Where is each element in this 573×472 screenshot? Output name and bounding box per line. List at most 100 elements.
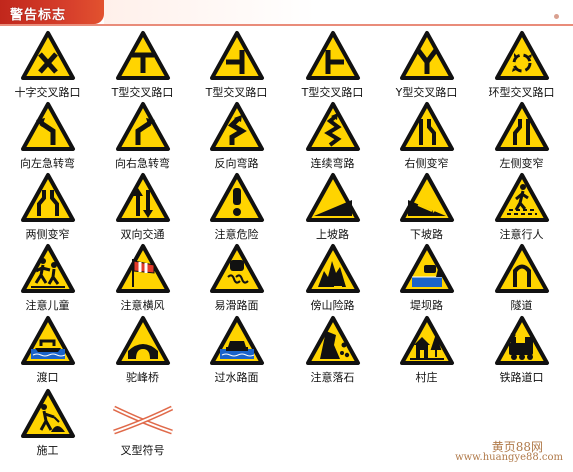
sign-crossroad: 十字交叉路口 [0, 30, 95, 104]
sign-both-narrow: 两侧变窄 [0, 172, 95, 246]
sign-pedestrians: 注意行人 [474, 172, 569, 246]
roundabout-icon [495, 31, 549, 80]
sign-label: 上坡路 [316, 228, 349, 241]
sign-label: 右侧变窄 [404, 157, 449, 170]
mountain-road-icon [306, 244, 360, 293]
watermark: 黄页88网 www.huangye88.com [453, 438, 563, 468]
sign-cross-symbol: 叉型符号 [95, 388, 190, 462]
sign-roundabout: 环型交叉路口 [474, 30, 569, 104]
sign-label: 注意儿童 [25, 299, 70, 312]
sign-t-junction-3: T型交叉路口 [285, 30, 380, 104]
decoration-dot [554, 14, 559, 19]
embankment-icon [400, 244, 454, 293]
sign-label: 十字交叉路口 [14, 86, 81, 99]
uphill-icon [306, 173, 360, 222]
sign-label: 过水路面 [214, 371, 259, 384]
sign-reverse-curve: 反向弯路 [189, 101, 284, 175]
sign-label: 向左急转弯 [20, 157, 75, 170]
tunnel-icon [495, 244, 549, 293]
slippery-icon [210, 244, 264, 293]
sign-ferry: 渡口 [0, 315, 95, 389]
sign-label: 注意行人 [499, 228, 544, 241]
sign-label: 易滑路面 [214, 299, 259, 312]
sign-label: 渡口 [36, 371, 59, 384]
t-junction-2-icon [210, 31, 264, 80]
sign-winding-road: 连续弯路 [285, 101, 380, 175]
pedestrians-icon [495, 173, 549, 222]
ford-icon [210, 316, 264, 365]
header-divider [0, 24, 573, 26]
sign-crosswind: 注意横风 [95, 243, 190, 317]
y-junction-icon [400, 31, 454, 80]
ferry-icon [21, 316, 75, 365]
hump-bridge-icon [116, 316, 170, 365]
two-way-icon [116, 173, 170, 222]
sign-label: 注意危险 [214, 228, 259, 241]
sign-label: 下坡路 [410, 228, 443, 241]
downhill-icon [400, 173, 454, 222]
sign-label: 向右急转弯 [115, 157, 170, 170]
sharp-left-curve-icon [21, 102, 75, 151]
sign-label: 傍山险路 [310, 299, 355, 312]
header: 警告标志 [0, 0, 573, 26]
sign-downhill: 下坡路 [379, 172, 474, 246]
sign-label: 铁路道口 [499, 371, 544, 384]
sign-y-junction: Y型交叉路口 [379, 30, 474, 104]
sign-label: 叉型符号 [120, 444, 165, 457]
sign-slippery: 易滑路面 [189, 243, 284, 317]
page-title: 警告标志 [10, 8, 67, 23]
children-icon [21, 244, 75, 293]
sign-two-way: 双向交通 [95, 172, 190, 246]
sign-danger: 注意危险 [189, 172, 284, 246]
sign-embankment: 堤坝路 [379, 243, 474, 317]
railway-crossing-icon [495, 316, 549, 365]
right-narrow-icon [400, 102, 454, 151]
sign-label: T型交叉路口 [205, 86, 268, 99]
sign-label: 两侧变窄 [25, 228, 70, 241]
sign-label: Y型交叉路口 [395, 86, 458, 99]
sign-label: 注意落石 [310, 371, 355, 384]
sign-label: 施工 [36, 444, 59, 457]
crosswind-icon [116, 244, 170, 293]
reverse-curve-icon [210, 102, 264, 151]
t-junction-3-icon [306, 31, 360, 80]
sign-children: 注意儿童 [0, 243, 95, 317]
cross-symbol-icon [112, 405, 174, 435]
left-narrow-icon [495, 102, 549, 151]
sign-left-narrow: 左侧变窄 [474, 101, 569, 175]
sign-label: 双向交通 [120, 228, 165, 241]
sign-label: 村庄 [415, 371, 438, 384]
sign-hump-bridge: 驼峰桥 [95, 315, 190, 389]
falling-rocks-icon [306, 316, 360, 365]
sign-railway-crossing: 铁路道口 [474, 315, 569, 389]
village-icon [400, 316, 454, 365]
sign-uphill: 上坡路 [285, 172, 380, 246]
sign-falling-rocks: 注意落石 [285, 315, 380, 389]
sign-label: 左侧变窄 [499, 157, 544, 170]
t-junction-1-icon [116, 31, 170, 80]
sign-sharp-right-curve: 向右急转弯 [95, 101, 190, 175]
sign-sharp-left-curve: 向左急转弯 [0, 101, 95, 175]
sign-village: 村庄 [379, 315, 474, 389]
sign-label: 环型交叉路口 [488, 86, 555, 99]
sign-label: T型交叉路口 [111, 86, 174, 99]
sign-label: 驼峰桥 [126, 371, 159, 384]
danger-icon [210, 173, 264, 222]
sign-t-junction-1: T型交叉路口 [95, 30, 190, 104]
winding-road-icon [306, 102, 360, 151]
sign-label: T型交叉路口 [301, 86, 364, 99]
sign-label: 注意横风 [120, 299, 165, 312]
sign-label: 连续弯路 [310, 157, 355, 170]
sign-right-narrow: 右侧变窄 [379, 101, 474, 175]
header-shade [104, 0, 573, 24]
sign-road-works: 施工 [0, 388, 95, 462]
sharp-right-curve-icon [116, 102, 170, 151]
crossroad-icon [21, 31, 75, 80]
sign-label: 堤坝路 [410, 299, 443, 312]
sign-tunnel: 隧道 [474, 243, 569, 317]
both-narrow-icon [21, 173, 75, 222]
watermark-url: www.huangye88.com [455, 452, 563, 463]
sign-label: 反向弯路 [214, 157, 259, 170]
sign-label: 隧道 [510, 299, 533, 312]
road-works-icon [21, 389, 75, 438]
